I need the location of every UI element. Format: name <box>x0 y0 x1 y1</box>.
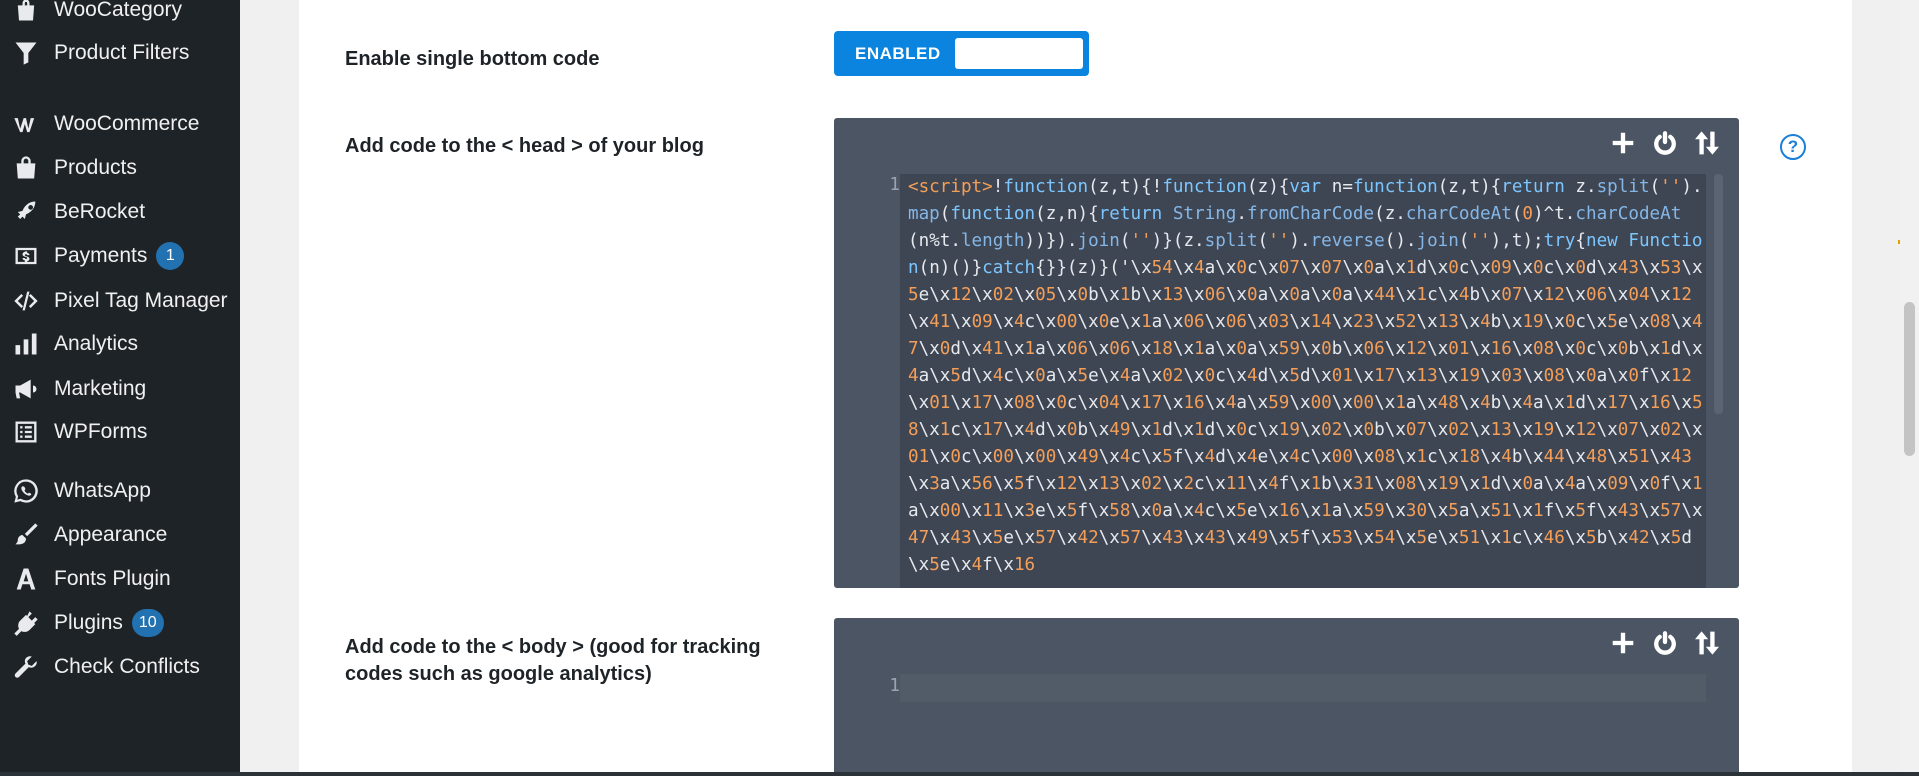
power-icon[interactable] <box>1651 129 1679 157</box>
sidebar-item-product-filters[interactable]: Product Filters <box>0 31 240 75</box>
sidebar-item-label: Marketing <box>54 377 147 400</box>
sidebar-item-check-conflicts[interactable]: Check Conflicts <box>0 645 240 689</box>
head-code-editor[interactable]: 1 <script>!function(z,t){!function(z){va… <box>834 118 1739 588</box>
sidebar-item-label: Payments <box>54 244 148 267</box>
plus-icon[interactable] <box>1609 129 1637 157</box>
plug-icon <box>10 607 42 639</box>
count-badge: 10 <box>131 609 164 637</box>
line-number: 1 <box>889 676 900 696</box>
bar-chart-icon <box>10 328 42 360</box>
admin-sidebar: WooCategory Product Filters WooCommerce Pro… <box>0 0 240 776</box>
page-scrollbar[interactable] <box>1900 0 1919 776</box>
sidebar-item-label: WhatsApp <box>54 479 151 502</box>
sidebar-item-label: BeRocket <box>54 200 146 223</box>
code-tag-icon <box>10 285 42 317</box>
body-code-area[interactable] <box>900 674 1706 702</box>
help-icon[interactable]: ? <box>1780 134 1806 160</box>
megaphone-icon <box>10 373 42 405</box>
head-editor-toolbar <box>1609 129 1721 157</box>
sidebar-item-payments[interactable]: Payments 1 <box>0 234 240 278</box>
sidebar-item-appearance[interactable]: Appearance <box>0 513 240 557</box>
bottom-edge <box>0 772 1919 776</box>
sidebar-item-berocket[interactable]: BeRocket <box>0 190 240 234</box>
form-icon <box>10 416 42 448</box>
sidebar-item-label: Analytics <box>54 332 139 355</box>
sidebar-item-label: Products <box>54 156 137 179</box>
font-icon <box>10 563 42 595</box>
woocommerce-icon <box>10 108 42 140</box>
head-code-area[interactable]: <script>!function(z,t){!function(z){var … <box>900 174 1706 588</box>
toggle-state-text: ENABLED <box>855 43 941 63</box>
brush-icon <box>10 519 42 551</box>
head-editor-scrollbar[interactable] <box>1714 174 1723 414</box>
power-icon[interactable] <box>1651 629 1679 657</box>
single-bottom-label: Enable single bottom code <box>345 48 600 70</box>
scroll-marker <box>1898 240 1900 244</box>
sidebar-item-label: WooCommerce <box>54 112 200 135</box>
sidebar-item-label: Appearance <box>54 523 168 546</box>
sidebar-item-label: WooCategory <box>54 0 183 21</box>
sidebar-item-label: Product Filters <box>54 41 190 64</box>
sidebar-item-label: WPForms <box>54 420 148 443</box>
sidebar-item-label: Plugins <box>54 611 123 634</box>
whatsapp-icon <box>10 475 42 507</box>
head-code-text: <script>!function(z,t){!function(z){var … <box>908 177 1703 575</box>
toggle-knob <box>955 38 1083 69</box>
tools-icon <box>10 651 42 683</box>
sidebar-item-woocommerce[interactable]: WooCommerce <box>0 102 240 146</box>
sidebar-item-label: Fonts Plugin <box>54 567 171 590</box>
body-code-editor[interactable]: 1 <box>834 618 1739 776</box>
sidebar-item-whatsapp[interactable]: WhatsApp <box>0 469 240 513</box>
body-code-label: Add code to the < body > (good for track… <box>345 636 761 685</box>
sidebar-item-label: Pixel Tag Manager <box>54 289 228 312</box>
page-scroll-thumb[interactable] <box>1904 302 1915 456</box>
sidebar-item-plugins[interactable]: Plugins 10 <box>0 601 240 645</box>
sidebar-item-analytics[interactable]: Analytics <box>0 322 240 366</box>
filter-icon <box>10 37 42 69</box>
sidebar-item-woocategory[interactable]: WooCategory <box>0 0 240 32</box>
dollar-icon <box>10 240 42 272</box>
rocket-icon <box>10 196 42 228</box>
sidebar-item-products[interactable]: Products <box>0 146 240 190</box>
sidebar-item-pixel-tag-manager[interactable]: Pixel Tag Manager <box>0 279 240 323</box>
archive-bag-icon <box>10 152 42 184</box>
body-editor-toolbar <box>1609 629 1721 657</box>
bag-icon <box>10 0 42 26</box>
sidebar-item-label: Check Conflicts <box>54 655 200 678</box>
sidebar-item-wpforms[interactable]: WPForms <box>0 410 240 454</box>
sort-arrows-icon[interactable] <box>1693 129 1721 157</box>
sidebar-item-marketing[interactable]: Marketing <box>0 367 240 411</box>
single-bottom-toggle[interactable]: ENABLED <box>834 31 1089 76</box>
sidebar-item-fonts-plugin[interactable]: Fonts Plugin <box>0 557 240 601</box>
plus-icon[interactable] <box>1609 629 1637 657</box>
line-number: 1 <box>889 175 900 195</box>
head-code-label: Add code to the < head > of your blog <box>345 135 704 157</box>
sort-arrows-icon[interactable] <box>1693 629 1721 657</box>
count-badge: 1 <box>156 242 185 270</box>
